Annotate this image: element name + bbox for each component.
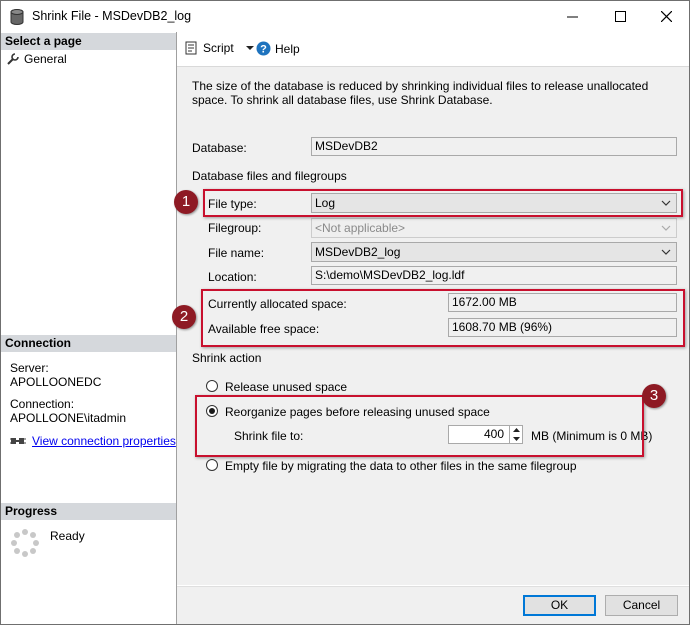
- connection-header: Connection: [1, 335, 176, 352]
- minimize-button[interactable]: [549, 1, 595, 32]
- cancel-button[interactable]: Cancel: [605, 595, 678, 616]
- view-connection-properties[interactable]: View connection properties: [10, 434, 176, 448]
- dialog-footer: OK Cancel: [177, 586, 689, 624]
- title-bar[interactable]: Shrink File - MSDevDB2_log: [1, 1, 689, 32]
- page-item-general[interactable]: General: [7, 52, 67, 66]
- progress-status: Ready: [50, 529, 85, 543]
- server-value: APOLLOONEDC: [10, 375, 102, 389]
- annotation-badge-1: 1: [174, 190, 198, 214]
- toolbar: Script ? Help: [177, 32, 689, 66]
- view-connection-link[interactable]: View connection properties: [32, 434, 176, 448]
- shrink-action-label: Shrink action: [192, 351, 262, 365]
- file-name-label: File name:: [208, 246, 265, 260]
- close-window-button[interactable]: [643, 1, 689, 32]
- release-unused-label[interactable]: Release unused space: [225, 380, 347, 394]
- wrench-icon: [7, 53, 19, 65]
- maximize-button[interactable]: [597, 1, 643, 32]
- file-name-value: MSDevDB2_log: [315, 245, 401, 259]
- filegroup-label: Filegroup:: [208, 221, 262, 235]
- release-unused-radio[interactable]: [206, 380, 218, 392]
- connection-label: Connection:: [10, 397, 75, 411]
- minimize-icon: [566, 16, 578, 18]
- file-name-select[interactable]: MSDevDB2_log: [311, 242, 677, 262]
- filegroup-value: <Not applicable>: [315, 221, 406, 235]
- annotation-badge-2: 2: [172, 305, 196, 329]
- database-icon: [10, 9, 24, 25]
- script-icon: [185, 41, 197, 55]
- maximize-icon: [614, 11, 626, 22]
- files-group-label: Database files and filegroups: [192, 169, 347, 183]
- annotation-box-1: [203, 189, 683, 217]
- help-button[interactable]: ? Help: [256, 41, 300, 56]
- chevron-down-icon: [660, 243, 672, 261]
- location-field: S:\demo\MSDevDB2_log.ldf: [311, 266, 677, 285]
- select-page-header: Select a page: [1, 33, 176, 50]
- close-icon: [660, 11, 672, 22]
- filegroup-select: <Not applicable>: [311, 218, 677, 238]
- page-item-label: General: [24, 52, 67, 66]
- progress-spinner-icon: [11, 529, 39, 557]
- annotation-box-2: [201, 289, 685, 347]
- help-label: Help: [275, 41, 300, 56]
- connection-value: APOLLOONE\itadmin: [10, 411, 127, 425]
- server-label: Server:: [10, 361, 49, 375]
- left-pane: Select a page General Connection Server:…: [1, 32, 177, 624]
- annotation-badge-3: 3: [642, 384, 666, 408]
- empty-file-radio[interactable]: [206, 459, 218, 471]
- dropdown-arrow-icon[interactable]: [244, 43, 256, 53]
- database-label: Database:: [192, 141, 247, 155]
- shrink-file-dialog: Shrink File - MSDevDB2_log Select a page…: [0, 0, 690, 625]
- empty-file-label[interactable]: Empty file by migrating the data to othe…: [225, 459, 577, 473]
- progress-header: Progress: [1, 503, 176, 520]
- script-label: Script: [203, 41, 234, 55]
- location-label: Location:: [208, 270, 257, 284]
- annotation-box-3: [195, 395, 644, 457]
- script-button[interactable]: Script: [185, 41, 256, 55]
- help-icon: ?: [256, 41, 271, 56]
- database-field: MSDevDB2: [311, 137, 677, 156]
- window-title: Shrink File - MSDevDB2_log: [32, 9, 192, 23]
- svg-text:?: ?: [260, 44, 267, 56]
- connection-plug-icon: [10, 438, 26, 444]
- description-text: The size of the database is reduced by s…: [192, 79, 649, 107]
- chevron-down-icon: [660, 219, 672, 237]
- ok-button[interactable]: OK: [523, 595, 596, 616]
